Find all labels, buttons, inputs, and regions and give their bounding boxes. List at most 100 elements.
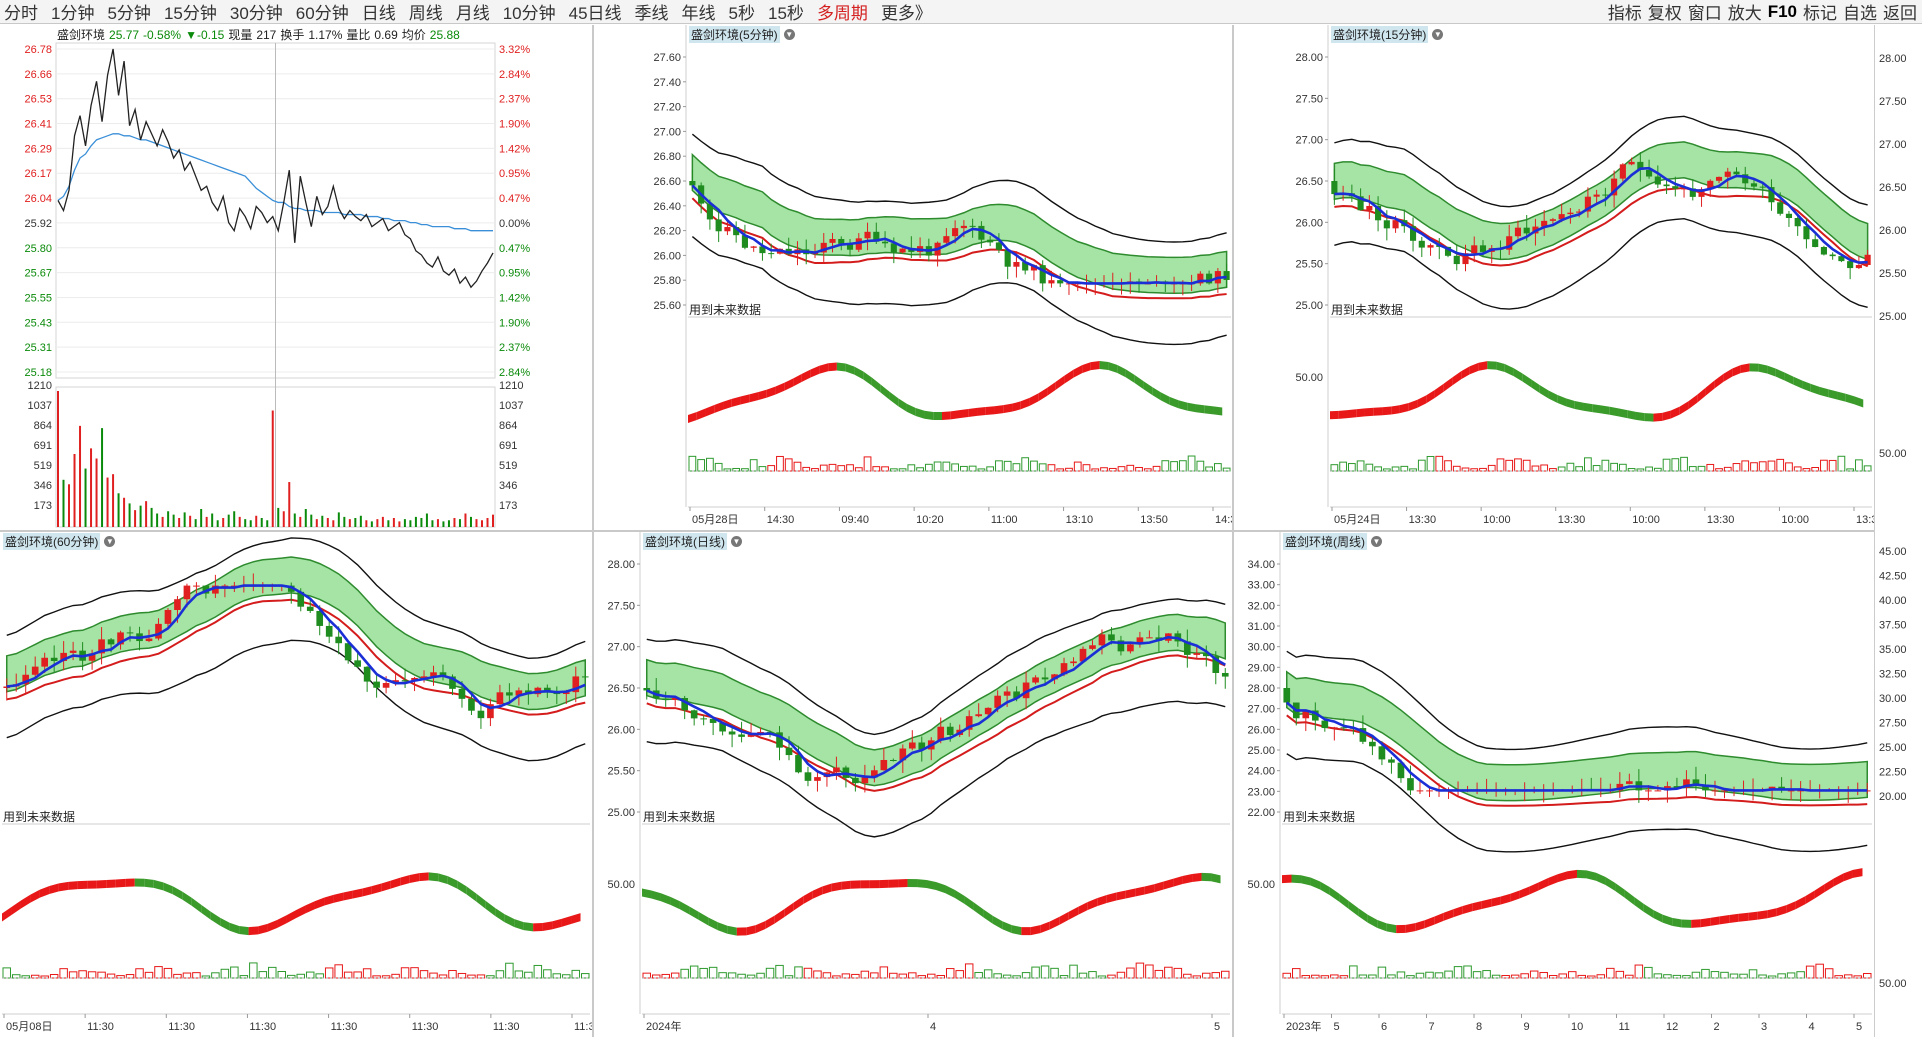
chart-panel-daily[interactable]: 盛剑环境(日线) ▼ 用到未来数据 28.00 27.50 27.00 26.50 26.00… [594,532,1232,1037]
price-tick: 25.31 [24,342,52,354]
tab-3[interactable]: 15分钟 [160,0,226,24]
candle-body [1829,254,1836,257]
tool-6[interactable]: 自选 [1840,0,1880,24]
osc-bar [1213,463,1222,472]
tab-9[interactable]: 10分钟 [499,0,565,24]
tab-1[interactable]: 1分钟 [47,0,103,24]
intraday-panel[interactable]: 盛剑环境 25.77 -0.58% ▼-0.15 现量 217 换手 1.17% 量… [0,25,592,530]
osc-ribbon [163,882,173,895]
chart-panel-15min[interactable]: 盛剑环境(15分钟) ▼ 用到未来数据 28.00 27.50 27.00 26.50 26.… [1282,25,1874,530]
tool-1[interactable]: 复权 [1645,0,1685,24]
osc-bar [1154,969,1164,979]
future-data-label: 用到未来数据 [3,810,76,824]
osc-ribbon [1592,404,1601,414]
tab-6[interactable]: 日线 [358,0,405,24]
volume-tick: 864 [34,420,52,432]
osc-bar [1824,968,1834,979]
panel-chart[interactable]: 28.00 27.50 27.00 26.50 26.00 25.50 25.00 50.00… [594,532,1232,1037]
candle-body [978,225,985,240]
osc-bar [1758,461,1767,472]
candle-body [890,759,897,761]
osc-ribbon [457,880,467,895]
osc-bar [400,967,410,979]
chart-panel-60min[interactable]: 盛剑环境(60分钟) ▼ 用到未来数据 05月08日 11:30 11:30 11:30 11… [0,532,592,1037]
osc-bar [1777,973,1786,979]
tab-5[interactable]: 60分钟 [292,0,358,24]
tool-4[interactable]: F10 [1765,2,1800,22]
panel-chart[interactable]: 34.00 33.00 32.00 31.00 30.00 29.00 28.00 27.00… [1234,532,1874,1037]
tab-14[interactable]: 15秒 [764,0,813,24]
osc-bar [697,459,706,472]
tool-3[interactable]: 放大 [1725,0,1765,24]
osc-ribbon [210,911,221,926]
osc-bar [1710,971,1720,979]
tab-13[interactable]: 5秒 [725,0,764,24]
tab-7[interactable]: 周线 [405,0,452,24]
osc-bar [1426,455,1435,472]
panel-chart[interactable]: 05月08日 11:30 11:30 11:30 11:30 11:30 11:30 11:3… [0,532,592,1037]
osc-ribbon [1415,920,1425,932]
osc-bar [642,972,651,979]
chart-panel-weekly[interactable]: 盛剑环境(周线) ▼ 用到未来数据 34.00 33.00 32.00 31.00 30.00… [1234,532,1874,1037]
tab-12[interactable]: 年线 [678,0,725,24]
tab-8[interactable]: 月线 [452,0,499,24]
tab-15[interactable]: 多周期 [813,0,877,24]
panel-chart[interactable]: 27.60 27.40 27.20 27.00 26.80 26.60 26.40 26.20… [640,25,1233,530]
osc-bar [1618,463,1627,472]
dropdown-icon[interactable]: ▼ [783,29,795,40]
tab-16[interactable]: 更多》 [877,0,941,24]
osc-ribbon [907,879,918,888]
candle-body [1108,634,1115,641]
candle-body [690,710,698,719]
right-axis-strip: 45.00 42.50 40.00 37.50 35.00 32.50 30.00 27.50… [1874,25,1922,1037]
tool-5[interactable]: 标记 [1800,0,1840,24]
osc-bar [927,973,936,979]
osc-ribbon [660,893,671,905]
osc-ribbon [305,901,315,914]
osc-ribbon [1213,406,1223,416]
tab-0[interactable]: 分时 [0,0,47,24]
osc-bar [872,466,881,472]
candle-body [1759,186,1766,188]
osc-bar [881,466,889,472]
osc-ribbon [1405,923,1416,933]
osc-ribbon [438,873,448,885]
osc-ribbon [968,407,978,417]
osc-ribbon [381,880,391,892]
candle-body [496,692,504,705]
tab-2[interactable]: 5分钟 [103,0,159,24]
osc-ribbon [803,890,813,905]
tab-11[interactable]: 季线 [631,0,678,24]
dropdown-icon[interactable]: ▼ [731,536,742,547]
osc-ribbon [191,897,202,913]
candle-body [943,236,950,243]
osc-ribbon [1757,910,1768,920]
dropdown-icon[interactable]: ▼ [1371,536,1382,547]
tool-0[interactable]: 指标 [1605,0,1645,24]
candle-body [833,767,840,773]
osc-bar [258,971,268,979]
osc-bar [995,460,1003,472]
osc-bar [154,966,163,979]
intraday-chart[interactable]: 26.78 3.32% 26.66 2.84% 26.53 2.37% 26.41 1.90%… [0,25,592,530]
osc-ribbon [1557,394,1567,407]
dropdown-icon[interactable]: ▼ [104,536,116,547]
tool-2[interactable]: 窗口 [1685,0,1725,24]
osc-ribbon [1605,877,1616,891]
candle-body [1646,169,1653,177]
volume-tick: 691 [34,440,52,452]
osc-bar [125,974,135,979]
osc-ribbon [1688,394,1698,410]
dropdown-icon[interactable]: ▼ [1432,29,1444,40]
osc-ribbon [182,891,192,906]
chart-panel-5min[interactable]: 盛剑环境(5分钟) ▼ 用到未来数据 27.60 27.40 27.20 27.00 26.8… [640,25,1233,530]
tool-7[interactable]: 返回 [1880,0,1920,24]
panel-chart[interactable]: 28.00 27.50 27.00 26.50 26.00 25.50 25.00 50.00… [1282,25,1874,530]
osc-ribbon [1373,407,1383,416]
tab-4[interactable]: 30分钟 [226,0,292,24]
y-tick: 25.50 [1295,259,1323,271]
osc-ribbon [1481,898,1492,909]
tab-10[interactable]: 45日线 [565,0,631,24]
price-tick: 26.53 [24,94,52,106]
osc-ribbon [1135,886,1145,897]
